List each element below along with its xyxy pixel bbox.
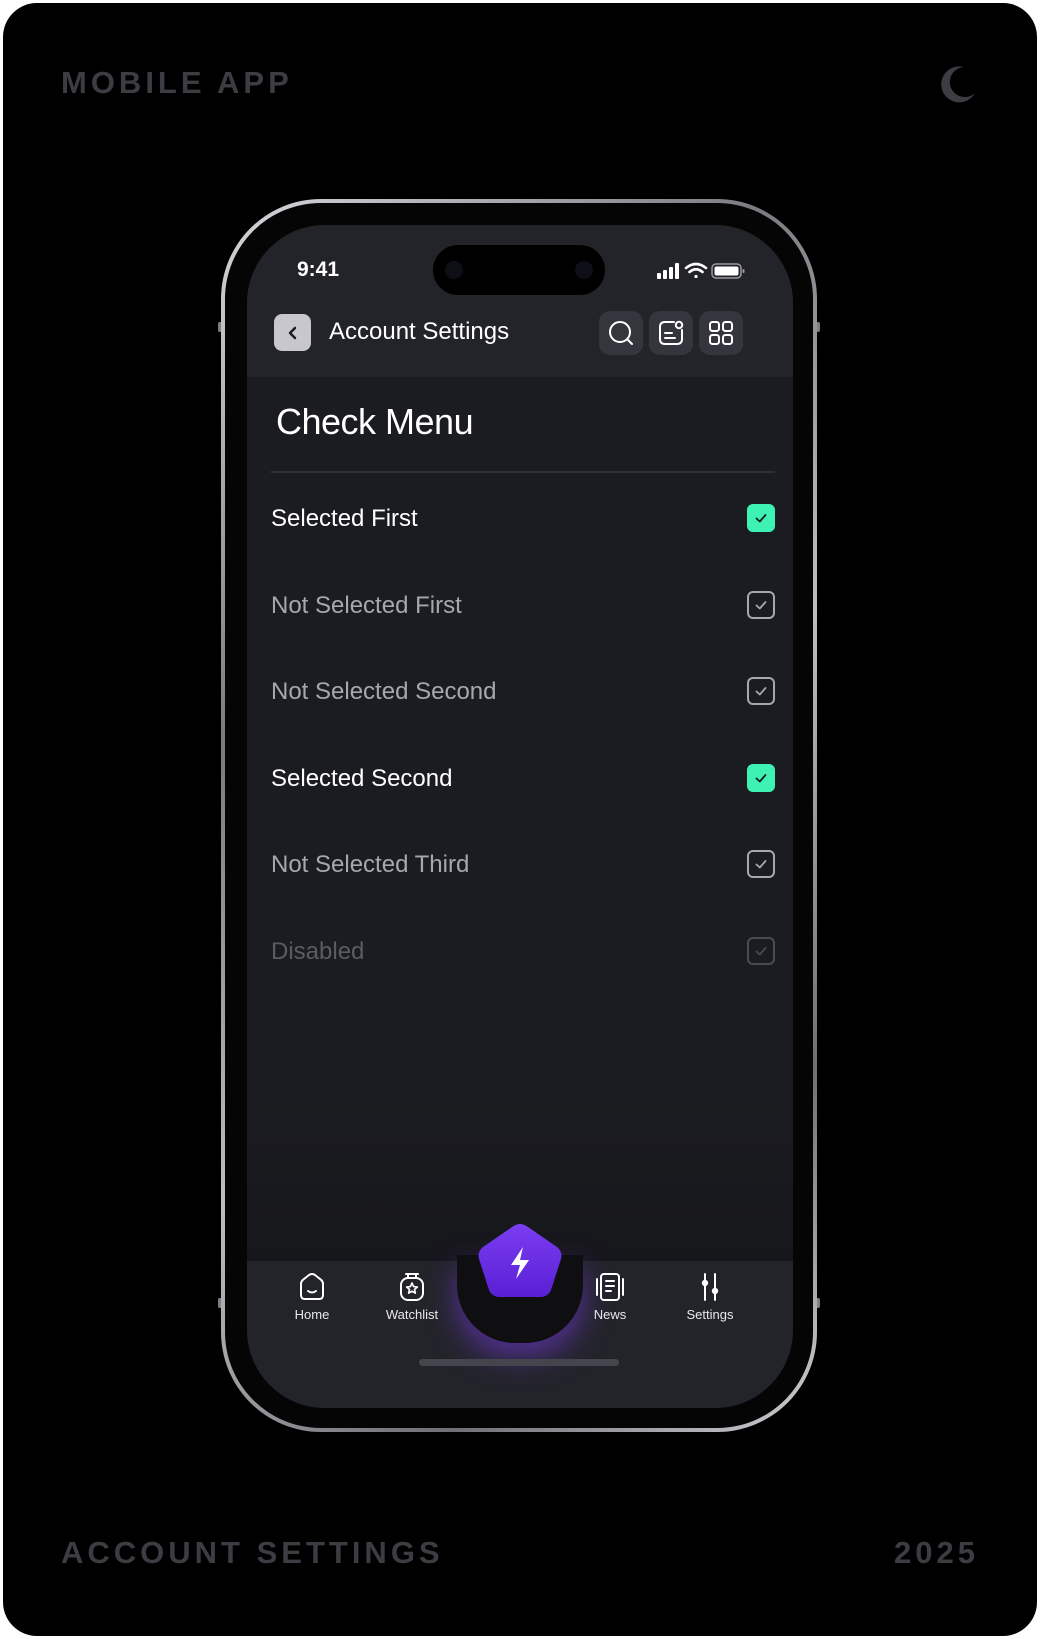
checkbox[interactable] xyxy=(747,850,775,878)
news-icon xyxy=(596,1273,624,1301)
frame-year-label: 2025 xyxy=(894,1535,979,1570)
battery-icon xyxy=(711,263,745,279)
status-icons xyxy=(645,261,745,281)
tab-settings[interactable]: Settings xyxy=(665,1271,755,1322)
tab-watchlist-label: Watchlist xyxy=(385,1307,439,1322)
frame-top-label: MOBILE APP xyxy=(61,65,293,100)
check-menu-item[interactable]: Selected Second xyxy=(271,737,775,824)
check-menu-item-label: Not Selected First xyxy=(271,591,462,619)
check-menu-item[interactable]: Not Selected Third xyxy=(271,823,775,910)
grid-menu-button[interactable] xyxy=(699,311,743,355)
checkmark-icon xyxy=(755,773,767,782)
tab-settings-label: Settings xyxy=(686,1307,734,1322)
checkmark-icon xyxy=(755,514,767,523)
checkmark-icon xyxy=(755,600,767,609)
grid-icon xyxy=(709,321,733,345)
check-menu-item-label: Not Selected Third xyxy=(271,851,470,878)
notification-icon xyxy=(659,320,684,345)
checkbox[interactable] xyxy=(747,590,775,619)
check-menu-item: Disabled xyxy=(271,910,775,997)
heading-divider xyxy=(271,471,775,473)
check-menu-item[interactable]: Not Selected Second xyxy=(271,650,775,737)
check-menu-item-label: Disabled xyxy=(271,937,365,965)
check-menu-item-label: Selected First xyxy=(271,505,418,532)
island-camera xyxy=(575,261,593,279)
island-sensor xyxy=(445,261,463,279)
checkmark-icon xyxy=(755,687,767,696)
tab-home[interactable]: Home xyxy=(267,1271,357,1322)
chevron-left-icon xyxy=(288,326,296,339)
back-button[interactable] xyxy=(274,314,311,351)
checkmark-icon xyxy=(755,860,767,869)
moon-icon[interactable] xyxy=(937,63,979,105)
tab-news[interactable]: News xyxy=(565,1271,655,1322)
checkbox xyxy=(747,936,775,965)
check-menu-item[interactable]: Selected First xyxy=(271,477,775,564)
checkbox[interactable] xyxy=(747,677,775,705)
settings-sliders-icon xyxy=(701,1273,719,1301)
status-time: 9:41 xyxy=(297,258,340,281)
check-menu-item[interactable]: Not Selected First xyxy=(271,564,775,651)
tab-news-label: News xyxy=(593,1307,627,1322)
check-menu-list: Selected First Not Selected First Not Sele… xyxy=(271,477,775,996)
center-action-button[interactable] xyxy=(465,1207,575,1317)
cellular-signal-icon xyxy=(657,263,679,279)
search-button[interactable] xyxy=(599,311,643,355)
phone-screen: 9:41 Account Settings Check Menu Selecte… xyxy=(247,225,793,1408)
home-indicator[interactable] xyxy=(419,1359,619,1366)
header-title: Account Settings xyxy=(329,318,510,345)
watchlist-icon xyxy=(400,1273,424,1301)
page-heading: Check Menu xyxy=(276,401,474,442)
checkbox[interactable] xyxy=(747,763,775,792)
dynamic-island xyxy=(433,245,605,295)
frame-bottom-label: ACCOUNT SETTINGS xyxy=(61,1535,444,1570)
search-icon xyxy=(609,321,633,345)
tab-watchlist[interactable]: Watchlist xyxy=(367,1271,457,1322)
notification-button[interactable] xyxy=(649,311,693,355)
home-icon xyxy=(300,1273,324,1300)
check-menu-item-label: Selected Second xyxy=(271,764,453,792)
tab-home-label: Home xyxy=(294,1307,330,1322)
wifi-icon xyxy=(684,262,708,279)
check-menu-item-label: Not Selected Second xyxy=(271,678,497,705)
checkmark-icon xyxy=(755,946,767,955)
checkbox[interactable] xyxy=(747,504,775,532)
